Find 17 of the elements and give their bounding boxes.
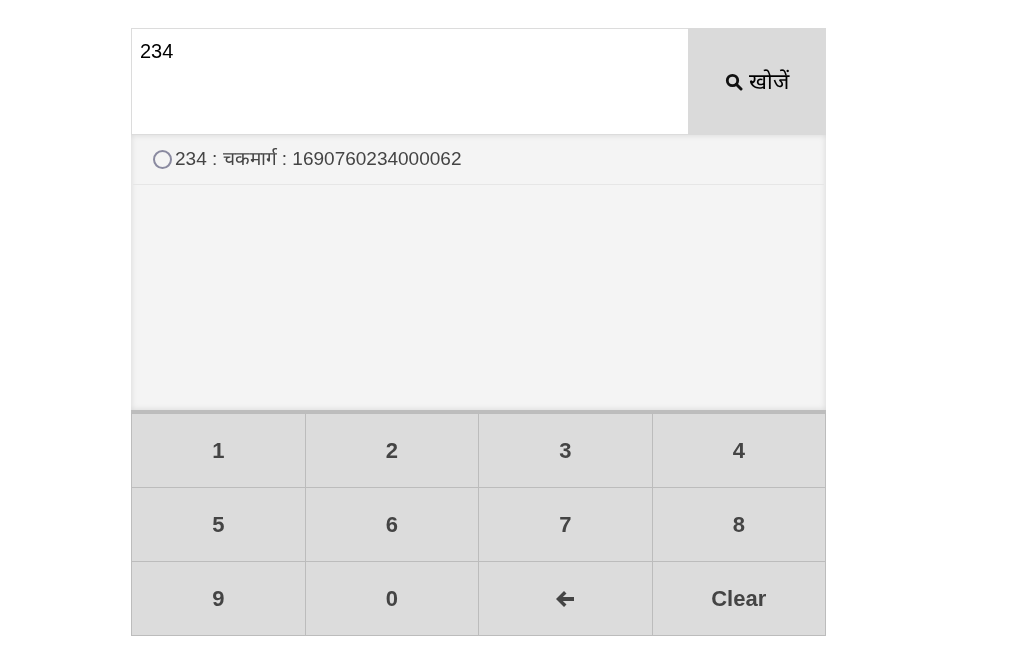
keypad-key[interactable]: 2 — [305, 414, 479, 488]
keypad-key[interactable]: 8 — [652, 488, 826, 562]
keypad-key[interactable]: 1 — [132, 414, 306, 488]
keypad-key[interactable]: 4 — [652, 414, 826, 488]
search-button[interactable]: खोजें — [688, 28, 826, 135]
left-arrow-icon — [555, 589, 576, 608]
keypad-key[interactable]: 6 — [305, 488, 479, 562]
result-item[interactable]: 234 : चकमार्ग : 1690760234000062 — [133, 135, 824, 185]
search-field[interactable]: 234 — [131, 28, 688, 135]
keypad-key[interactable]: 3 — [479, 414, 653, 488]
keypad-key[interactable]: 0 — [305, 562, 479, 636]
search-icon — [725, 72, 743, 91]
radio-button[interactable] — [153, 150, 172, 169]
keypad-key[interactable]: 9 — [132, 562, 306, 636]
keypad-key[interactable]: 5 — [132, 488, 306, 562]
keypad-key[interactable]: Clear — [652, 562, 826, 636]
keypad-key[interactable]: 7 — [479, 488, 653, 562]
